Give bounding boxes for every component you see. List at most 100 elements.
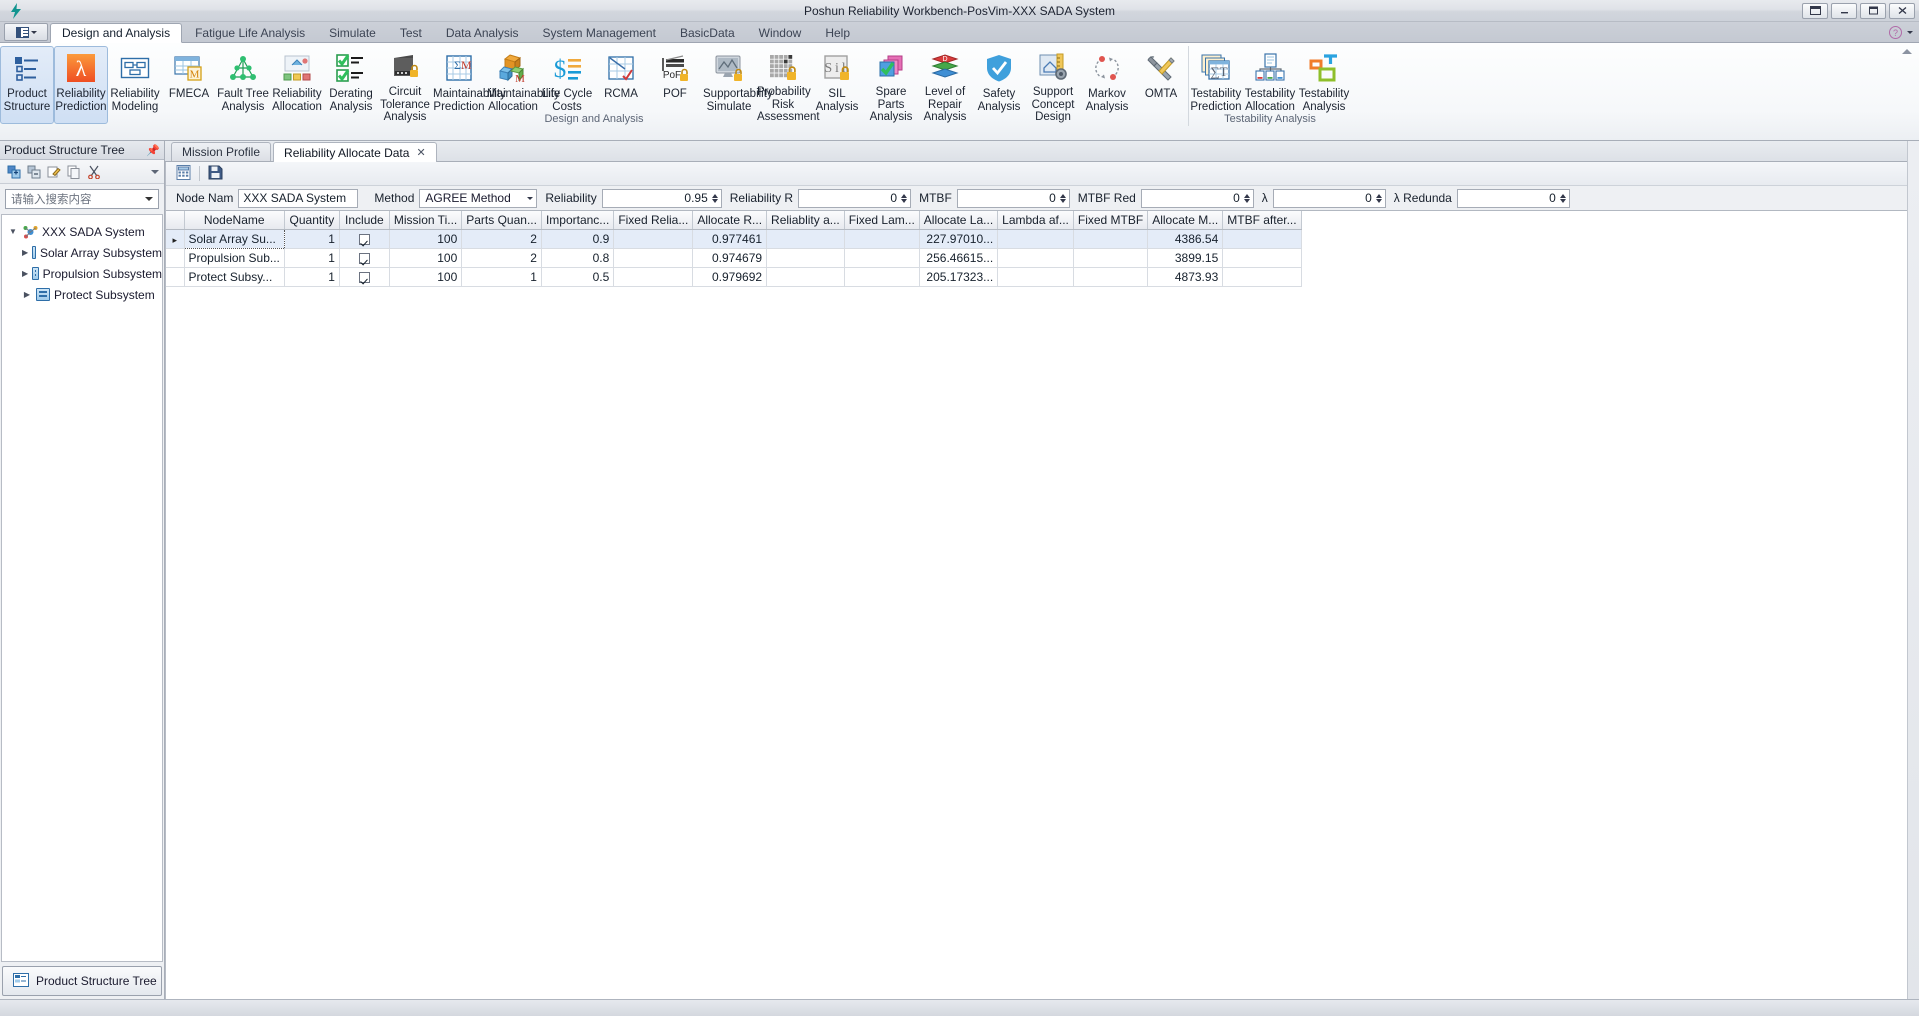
mtbf-red-spinner[interactable] bbox=[1244, 194, 1250, 203]
row-selector-cell[interactable]: ▸ bbox=[166, 229, 184, 248]
row-selector-cell[interactable] bbox=[166, 248, 184, 267]
chevron-down-icon[interactable] bbox=[145, 197, 153, 201]
reliability-r-spinner[interactable] bbox=[901, 194, 907, 203]
chevron-right-icon[interactable]: ▶ bbox=[22, 290, 32, 299]
grid-column-header-fixrel[interactable]: Fixed Relia... bbox=[614, 211, 693, 229]
grid-row[interactable]: ▸Solar Array Su...110020.90.977461227.97… bbox=[166, 229, 1301, 248]
ribbon-tab-design-and-analysis[interactable]: Design and Analysis bbox=[50, 23, 182, 43]
grid-cell-parts[interactable]: 2 bbox=[462, 248, 542, 267]
mtbf-spinner[interactable] bbox=[1060, 194, 1066, 203]
ribbon-tab-simulate[interactable]: Simulate bbox=[318, 23, 387, 42]
grid-cell-allocr[interactable]: 0.974679 bbox=[693, 248, 767, 267]
ribbon-tab-fatigue-life-analysis[interactable]: Fatigue Life Analysis bbox=[184, 23, 316, 42]
grid-cell-include[interactable] bbox=[339, 248, 389, 267]
grid-cell-fixrel[interactable] bbox=[614, 267, 693, 286]
cut-node-button[interactable] bbox=[86, 164, 101, 179]
copy-node-button[interactable] bbox=[66, 164, 81, 179]
ribbon-tab-data-analysis[interactable]: Data Analysis bbox=[435, 23, 530, 42]
save-button[interactable] bbox=[208, 165, 223, 183]
calculate-button[interactable] bbox=[176, 165, 191, 183]
collapse-ribbon-icon[interactable] bbox=[1902, 49, 1912, 54]
close-button[interactable] bbox=[1889, 3, 1915, 19]
grid-cell-allocm[interactable]: 4386.54 bbox=[1148, 229, 1223, 248]
ribbon-tab-test[interactable]: Test bbox=[389, 23, 433, 42]
tree-node-solar-array-subsystem[interactable]: ▶Solar Array Subsystem bbox=[2, 242, 162, 263]
ribbon-options-chevron-icon[interactable] bbox=[1907, 31, 1913, 34]
grid-cell-fixrel[interactable] bbox=[614, 229, 693, 248]
pin-icon[interactable]: 📌 bbox=[146, 144, 160, 157]
grid-column-header-mtbfafter[interactable]: MTBF after... bbox=[1223, 211, 1301, 229]
lambda-redunda-input[interactable]: 0 bbox=[1457, 189, 1570, 208]
grid-cell-alloclam[interactable]: 256.46615... bbox=[919, 248, 997, 267]
checkbox-checked-icon[interactable] bbox=[359, 272, 370, 283]
grid-column-header-rowhdr[interactable] bbox=[166, 211, 184, 229]
grid-cell-parts[interactable]: 2 bbox=[462, 229, 542, 248]
grid-cell-relafter[interactable] bbox=[767, 229, 845, 248]
ribbon-tab-window[interactable]: Window bbox=[748, 23, 813, 42]
grid-cell-lamafter[interactable] bbox=[998, 248, 1074, 267]
grid-cell-mtbfafter[interactable] bbox=[1223, 229, 1301, 248]
minimize-button[interactable] bbox=[1831, 3, 1857, 19]
grid-cell-mtbfafter[interactable] bbox=[1223, 267, 1301, 286]
grid-cell-allocr[interactable]: 0.979692 bbox=[693, 267, 767, 286]
grid-cell-qty[interactable]: 1 bbox=[284, 267, 339, 286]
restore-down-button[interactable] bbox=[1802, 3, 1828, 19]
grid-cell-parts[interactable]: 1 bbox=[462, 267, 542, 286]
grid-column-header-relafter[interactable]: Reliablity a... bbox=[767, 211, 845, 229]
grid-cell-include[interactable] bbox=[339, 229, 389, 248]
grid-cell-fixlam[interactable] bbox=[844, 248, 919, 267]
grid-column-header-include[interactable]: Include bbox=[339, 211, 389, 229]
grid-row[interactable]: Protect Subsy...110010.50.979692205.1732… bbox=[166, 267, 1301, 286]
grid-cell-qty[interactable]: 1 bbox=[284, 248, 339, 267]
row-selector-cell[interactable] bbox=[166, 267, 184, 286]
grid-cell-include[interactable] bbox=[339, 267, 389, 286]
tree-node-xxx-sada-system[interactable]: ▼XXX SADA System bbox=[2, 221, 162, 242]
grid-cell-fixmtbf[interactable] bbox=[1073, 267, 1147, 286]
chevron-down-icon[interactable]: ▼ bbox=[8, 227, 18, 236]
reliability-r-input[interactable]: 0 bbox=[798, 189, 911, 208]
grid-cell-lamafter[interactable] bbox=[998, 267, 1074, 286]
grid-column-header-name[interactable]: NodeName bbox=[184, 211, 284, 229]
lambda-spinner[interactable] bbox=[1376, 194, 1382, 203]
mtbf-input[interactable]: 0 bbox=[957, 189, 1070, 208]
grid-cell-mission[interactable]: 100 bbox=[389, 229, 461, 248]
grid-cell-fixmtbf[interactable] bbox=[1073, 229, 1147, 248]
mtbf-red-input[interactable]: 0 bbox=[1141, 189, 1254, 208]
ribbon-tab-system-management[interactable]: System Management bbox=[532, 23, 667, 42]
grid-cell-name[interactable]: Propulsion Sub... bbox=[184, 248, 284, 267]
checkbox-checked-icon[interactable] bbox=[359, 253, 370, 264]
chevron-right-icon[interactable]: ▶ bbox=[22, 248, 28, 257]
grid-column-header-parts[interactable]: Parts Quan... bbox=[462, 211, 542, 229]
grid-cell-name[interactable]: Protect Subsy... bbox=[184, 267, 284, 286]
allocation-grid[interactable]: NodeNameQuantityIncludeMission Ti...Part… bbox=[166, 210, 1907, 999]
grid-column-header-fixlam[interactable]: Fixed Lam... bbox=[844, 211, 919, 229]
grid-cell-mtbfafter[interactable] bbox=[1223, 248, 1301, 267]
grid-column-header-alloclam[interactable]: Allocate La... bbox=[919, 211, 997, 229]
remove-node-button[interactable] bbox=[26, 164, 41, 179]
help-circle-icon[interactable]: ? bbox=[1889, 26, 1902, 39]
grid-cell-name[interactable]: Solar Array Su... bbox=[184, 229, 284, 248]
grid-column-header-lamafter[interactable]: Lambda af... bbox=[998, 211, 1074, 229]
lambda-redunda-spinner[interactable] bbox=[1560, 194, 1566, 203]
document-tab-reliability-allocate-data[interactable]: Reliability Allocate Data✕ bbox=[273, 142, 437, 162]
grid-column-header-fixmtbf[interactable]: Fixed MTBF bbox=[1073, 211, 1147, 229]
ribbon-tab-help[interactable]: Help bbox=[814, 23, 861, 42]
grid-cell-mission[interactable]: 100 bbox=[389, 267, 461, 286]
product-structure-tree-tab[interactable]: Product Structure Tree bbox=[2, 966, 162, 996]
grid-cell-qty[interactable]: 1 bbox=[284, 229, 339, 248]
close-icon[interactable]: ✕ bbox=[416, 146, 425, 159]
node-name-input[interactable]: XXX SADA System bbox=[238, 189, 358, 208]
reliability-input[interactable]: 0.95 bbox=[602, 189, 722, 208]
grid-cell-fixlam[interactable] bbox=[844, 267, 919, 286]
grid-cell-relafter[interactable] bbox=[767, 267, 845, 286]
maximize-button[interactable] bbox=[1860, 3, 1886, 19]
grid-cell-fixmtbf[interactable] bbox=[1073, 248, 1147, 267]
grid-cell-alloclam[interactable]: 205.17323... bbox=[919, 267, 997, 286]
grid-cell-allocr[interactable]: 0.977461 bbox=[693, 229, 767, 248]
method-select[interactable]: AGREE Method bbox=[419, 189, 537, 208]
grid-cell-import[interactable]: 0.5 bbox=[541, 267, 613, 286]
grid-column-header-mission[interactable]: Mission Ti... bbox=[389, 211, 461, 229]
lambda-input[interactable]: 0 bbox=[1273, 189, 1386, 208]
grid-cell-relafter[interactable] bbox=[767, 248, 845, 267]
grid-cell-lamafter[interactable] bbox=[998, 229, 1074, 248]
